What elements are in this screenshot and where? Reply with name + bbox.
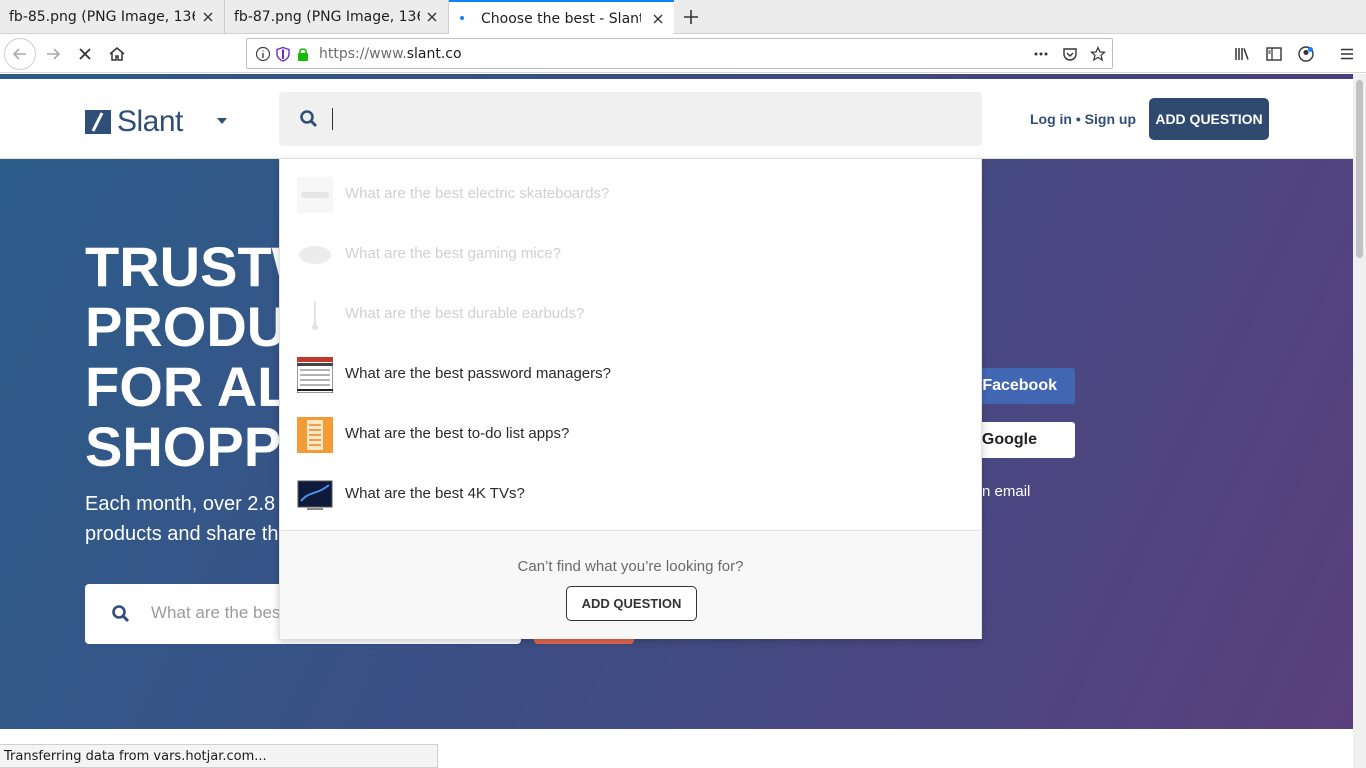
- tab-bar: fb-85.png (PNG Image, 1366 fb-87.png (PN…: [0, 0, 1366, 35]
- library-icon: [1235, 48, 1249, 60]
- account-button[interactable]: [1290, 38, 1322, 70]
- todo-app-icon: [297, 417, 333, 453]
- add-question-button[interactable]: ADD QUESTION: [1149, 98, 1269, 140]
- url-text: https://www.slant.co: [319, 46, 462, 62]
- close-icon[interactable]: [200, 9, 216, 25]
- tracking-shield-icon[interactable]: [275, 46, 291, 62]
- new-tab-icon[interactable]: [680, 6, 702, 28]
- tab-slant-active[interactable]: Choose the best - Slant: [449, 0, 674, 35]
- tab-title: Choose the best - Slant: [481, 10, 641, 27]
- search-icon: [112, 605, 130, 623]
- suggestion-text: What are the best password managers?: [345, 365, 611, 382]
- email-login-link[interactable]: n email: [982, 483, 1030, 500]
- account-icon: [1298, 46, 1314, 62]
- logo-text: Slant: [117, 105, 183, 138]
- cant-find-text: Can’t find what you’re looking for?: [517, 558, 744, 575]
- search-placeholder: What are the best: [151, 603, 286, 622]
- slant-logo-mark-icon: [85, 110, 111, 134]
- close-icon[interactable]: [424, 9, 440, 25]
- url-domain: slant.co: [406, 46, 462, 62]
- chevron-down-icon[interactable]: [216, 117, 228, 125]
- forward-button[interactable]: [37, 38, 69, 70]
- tab-fb-85[interactable]: fb-85.png (PNG Image, 1366: [0, 0, 225, 34]
- scrollbar-thumb[interactable]: [1356, 80, 1363, 258]
- sidebar-button[interactable]: [1258, 38, 1290, 70]
- suggestion-text: What are the best durable earbuds?: [345, 305, 585, 322]
- header-search-input[interactable]: [279, 92, 982, 146]
- earbud-icon: [312, 301, 318, 330]
- dropdown-footer: Can’t find what you’re looking for? ADD …: [280, 530, 981, 639]
- page-scrollbar[interactable]: [1353, 74, 1366, 768]
- suggestion-text: What are the best 4K TVs?: [345, 485, 525, 502]
- stop-button[interactable]: [69, 38, 101, 70]
- more-actions-icon[interactable]: [1033, 46, 1049, 62]
- menu-button[interactable]: [1331, 38, 1363, 70]
- suggestion-item[interactable]: What are the best to-do list apps?: [280, 405, 983, 465]
- pocket-icon[interactable]: [1062, 46, 1078, 62]
- dropdown-add-question-button[interactable]: ADD QUESTION: [566, 586, 697, 621]
- sidebar-icon: [1266, 47, 1282, 61]
- suggestion-text: What are the best electric skateboards?: [345, 185, 610, 202]
- site-header: Slant Log in • Sign up ADD QUESTION: [0, 79, 1353, 159]
- mouse-icon: [299, 246, 331, 264]
- status-bar: Transferring data from vars.hotjar.com..…: [0, 744, 438, 768]
- suggestion-item[interactable]: What are the best durable earbuds?: [280, 285, 983, 345]
- tab-title: fb-87.png (PNG Image, 1366: [234, 9, 420, 25]
- suggestion-item[interactable]: What are the best 4K TVs?: [280, 465, 983, 525]
- tv-icon: [297, 480, 333, 510]
- stop-icon: [79, 48, 91, 60]
- nav-bar: https://www.slant.co: [0, 35, 1366, 73]
- loading-dot-icon: [460, 16, 464, 20]
- suggestion-item[interactable]: What are the best password managers?: [280, 345, 983, 405]
- web-page: Slant Log in • Sign up ADD QUESTION TRUS…: [0, 74, 1353, 744]
- back-button[interactable]: [4, 38, 36, 70]
- info-icon[interactable]: [255, 46, 271, 62]
- slant-logo[interactable]: Slant: [85, 105, 183, 139]
- tab-title: fb-85.png (PNG Image, 1366: [9, 9, 195, 25]
- back-arrow-icon: [12, 48, 26, 60]
- login-signup-link[interactable]: Log in • Sign up: [1030, 111, 1136, 127]
- url-prefix: https://www.: [319, 46, 407, 62]
- library-button[interactable]: [1226, 38, 1258, 70]
- suggestion-text: What are the best gaming mice?: [345, 245, 561, 262]
- url-bar[interactable]: https://www.slant.co: [246, 38, 1113, 69]
- suggestion-item[interactable]: What are the best electric skateboards?: [280, 165, 983, 225]
- home-icon: [109, 47, 125, 61]
- hamburger-menu-icon: [1341, 48, 1353, 60]
- password-manager-icon: [297, 357, 333, 393]
- suggestion-item[interactable]: What are the best gaming mice?: [280, 225, 983, 285]
- lock-icon[interactable]: [295, 46, 311, 62]
- text-cursor: [332, 108, 333, 130]
- home-button[interactable]: [101, 38, 133, 70]
- suggestion-text: What are the best to-do list apps?: [345, 425, 570, 442]
- search-icon: [300, 110, 318, 128]
- forward-arrow-icon: [47, 48, 61, 60]
- skateboard-icon: [297, 177, 333, 213]
- search-suggestions-dropdown: What are the best electric skateboards? …: [279, 158, 982, 639]
- close-icon[interactable]: [650, 11, 666, 27]
- bookmark-star-icon[interactable]: [1090, 46, 1106, 62]
- tab-fb-87[interactable]: fb-87.png (PNG Image, 1366: [225, 0, 449, 34]
